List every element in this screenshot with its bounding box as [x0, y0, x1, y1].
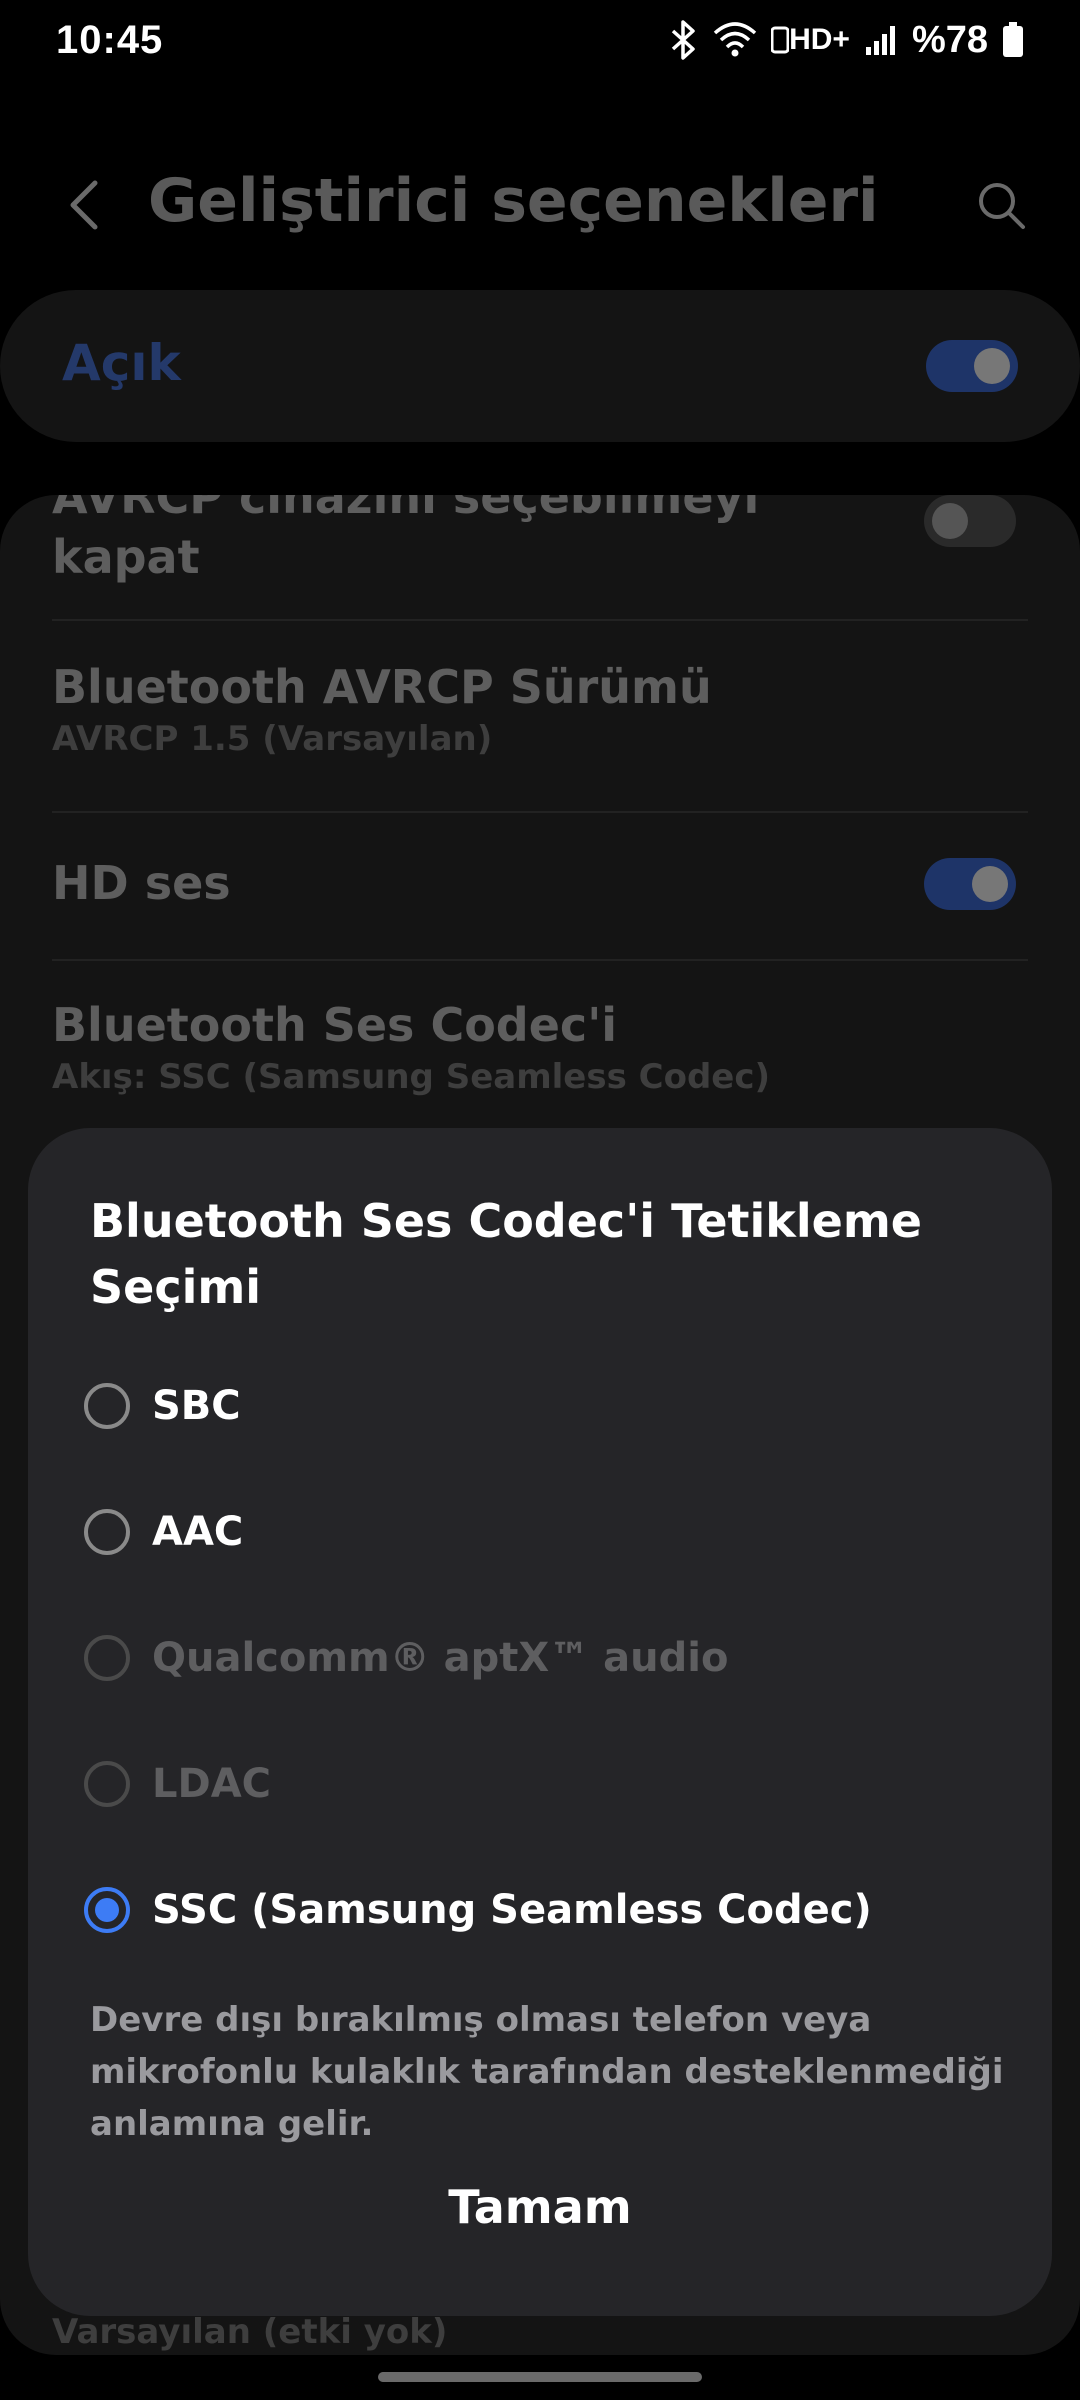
option-ldac: LDAC — [84, 1744, 984, 1824]
battery-percentage: %78 — [911, 18, 988, 61]
ok-button[interactable]: Tamam — [28, 2180, 1052, 2234]
status-icons: HD+ %78 — [669, 19, 1024, 62]
option-label: LDAC — [152, 1761, 272, 1807]
radio-button[interactable] — [84, 1383, 130, 1429]
bluetooth-icon — [669, 20, 699, 60]
search-icon — [979, 183, 1025, 229]
list-item-title: Bluetooth AVRCP Sürümü — [52, 660, 712, 714]
radio-button — [84, 1761, 130, 1807]
master-switch-label: Açık — [62, 334, 181, 392]
master-switch-toggle[interactable] — [926, 340, 1018, 392]
battery-icon — [1002, 22, 1024, 58]
codec-selection-dialog: Bluetooth Ses Codec'i Tetikleme Seçimi S… — [28, 1128, 1052, 2316]
status-time: 10:45 — [56, 17, 164, 62]
chevron-left-icon — [70, 180, 98, 230]
signal-icon — [864, 23, 898, 57]
list-item-title: HD ses — [52, 856, 231, 910]
list-item-audio-codec[interactable]: Bluetooth Ses Codec'i Akış: SSC (Samsung… — [52, 995, 1028, 1099]
option-label: SBC — [152, 1383, 241, 1429]
back-button[interactable] — [50, 170, 120, 240]
network-type-badge: HD+ — [771, 23, 850, 57]
toggle-knob — [974, 348, 1010, 384]
list-item-title-partial: AVRCP cihazını seçebilmeyi — [52, 495, 760, 524]
toggle-knob — [972, 866, 1008, 902]
list-item-title: Bluetooth Ses Codec'i — [52, 998, 618, 1052]
network-type-label: HD+ — [789, 23, 850, 56]
dialog-note: Devre dışı bırakılmış olması telefon vey… — [90, 2000, 1004, 2144]
status-bar: 10:45 HD+ %78 — [0, 0, 1080, 80]
radio-button-selected[interactable] — [84, 1887, 130, 1933]
page-title: Geliştirici seçenekleri — [148, 166, 879, 236]
radio-button[interactable] — [84, 1509, 130, 1555]
list-item-subtitle: Akış: SSC (Samsung Seamless Codec) — [52, 1057, 771, 1097]
option-ssc[interactable]: SSC (Samsung Seamless Codec) — [84, 1870, 984, 1950]
list-item-hd-audio[interactable]: HD ses — [52, 853, 1028, 913]
option-aptx: Qualcomm® aptX™ audio — [84, 1618, 984, 1698]
wifi-icon — [713, 21, 757, 59]
option-sbc[interactable]: SBC — [84, 1366, 984, 1446]
list-item-avrcp-selection[interactable]: AVRCP cihazını seçebilmeyi kapat — [52, 495, 1028, 587]
radio-button — [84, 1635, 130, 1681]
toggle-knob — [932, 503, 968, 539]
hd-audio-toggle[interactable] — [924, 858, 1016, 910]
option-label: Qualcomm® aptX™ audio — [152, 1635, 729, 1681]
option-aac[interactable]: AAC — [84, 1492, 984, 1572]
avrcp-selection-toggle[interactable] — [924, 495, 1016, 547]
option-label: AAC — [152, 1509, 244, 1555]
app-header: Geliştirici seçenekleri — [0, 140, 1080, 270]
divider — [52, 619, 1028, 621]
home-indicator[interactable] — [378, 2372, 702, 2382]
list-item-subtitle: Varsayılan (etki yok) — [52, 2312, 448, 2352]
list-item-partial[interactable]: Varsayılan (etki yok) — [52, 2310, 1028, 2354]
master-switch-card[interactable]: Açık — [0, 290, 1080, 442]
search-button[interactable] — [966, 170, 1036, 240]
list-item-title: kapat — [52, 530, 200, 584]
dialog-title: Bluetooth Ses Codec'i Tetikleme Seçimi — [90, 1194, 922, 1314]
list-item-avrcp-version[interactable]: Bluetooth AVRCP Sürümü AVRCP 1.5 (Varsay… — [52, 657, 1028, 761]
divider — [52, 811, 1028, 813]
option-label: SSC (Samsung Seamless Codec) — [152, 1887, 872, 1933]
divider — [52, 959, 1028, 961]
hd-voice-icon — [771, 26, 790, 54]
list-item-subtitle: AVRCP 1.5 (Varsayılan) — [52, 719, 493, 759]
